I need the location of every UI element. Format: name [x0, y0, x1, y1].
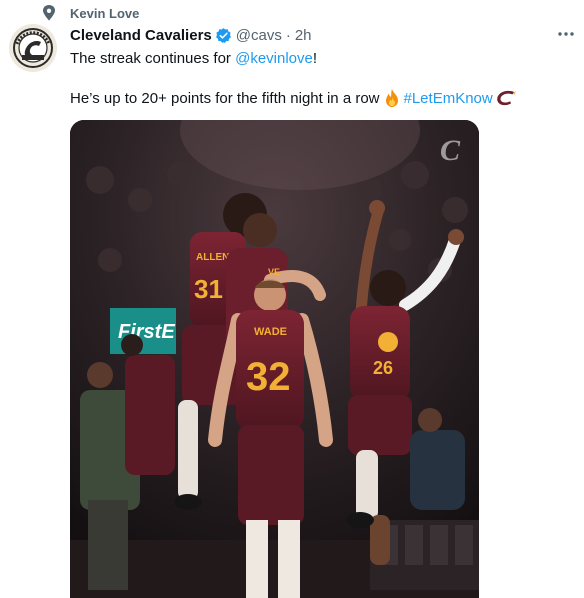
cavs-logo-avatar: [9, 24, 57, 72]
tweet-text-before-mention: The streak continues for: [70, 49, 231, 67]
avatar[interactable]: [9, 24, 57, 72]
more-options-icon[interactable]: [556, 27, 576, 41]
jersey-name-wade: WADE: [254, 326, 287, 338]
tweet-header: Cleveland Cavaliers @cavs · 2h: [70, 25, 312, 45]
context-text[interactable]: Kevin Love: [70, 6, 139, 21]
jersey-number-right: 26: [373, 358, 393, 378]
timestamp[interactable]: 2h: [295, 27, 312, 44]
social-context: Kevin Love: [42, 4, 139, 22]
tweet-text-line-1: The streak continues for @kevinlove!: [70, 48, 317, 68]
photo-watermark: C: [440, 134, 461, 167]
verified-badge-icon: [215, 27, 231, 43]
jersey-number-allen: 31: [194, 274, 223, 304]
jersey-number-wade: 32: [246, 355, 291, 399]
pin-icon: [43, 5, 55, 21]
team-celebration-photo: FirstE ALLEN 31 VE WADE 32 26 C: [70, 120, 479, 598]
tweet-card[interactable]: Kevin Love Cleveland Cavaliers @cavs · 2…: [0, 0, 584, 598]
tweet-text-after-mention: !: [312, 49, 318, 67]
mention-link[interactable]: @kevinlove: [235, 50, 313, 67]
fire-emoji-icon: [385, 89, 398, 107]
jersey-name-allen: ALLEN: [196, 252, 229, 263]
tweet-text-line-2: He’s up to 20+ points for the fifth nigh…: [70, 88, 517, 108]
jersey-name-love: VE: [268, 267, 280, 277]
author-name[interactable]: Cleveland Cavaliers: [70, 27, 212, 44]
separator-dot: ·: [285, 26, 291, 44]
hashtag-link[interactable]: #LetEmKnow: [404, 90, 493, 107]
author-handle[interactable]: @cavs: [236, 27, 282, 44]
tweet-photo[interactable]: FirstE ALLEN 31 VE WADE 32 26 C: [70, 120, 479, 598]
cavs-c-logo-icon: [496, 90, 516, 106]
tweet-text-body: He’s up to 20+ points for the fifth nigh…: [70, 89, 380, 107]
